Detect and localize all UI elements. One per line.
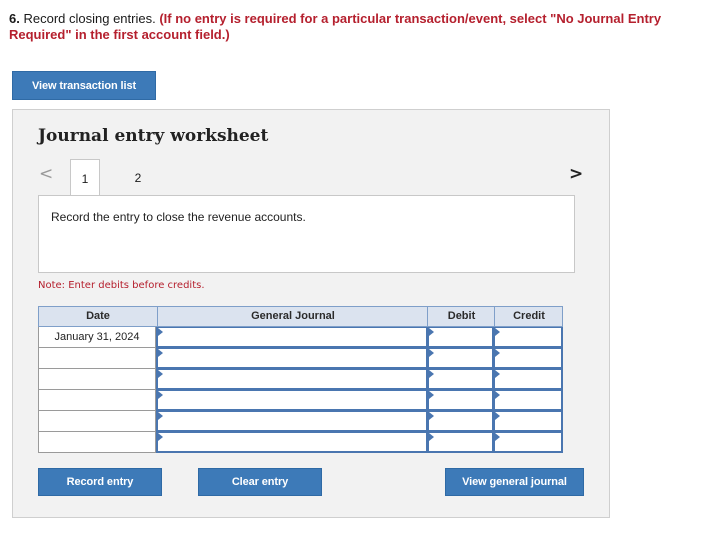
table-row — [38, 432, 563, 453]
journal-table: Date General Journal Debit Credit Januar… — [38, 306, 563, 453]
worksheet-title: Journal entry worksheet — [38, 126, 269, 146]
debit-credit-note: Note: Enter debits before credits. — [38, 280, 205, 291]
next-arrow-icon[interactable]: > — [569, 164, 583, 184]
debit-field[interactable] — [427, 348, 494, 369]
debit-field[interactable] — [427, 390, 494, 411]
date-cell[interactable] — [38, 348, 156, 369]
table-row — [38, 369, 563, 390]
date-cell[interactable] — [38, 411, 156, 432]
input-marker-icon — [429, 412, 434, 420]
entry-prompt-box: Record the entry to close the revenue ac… — [38, 195, 575, 273]
credit-field[interactable] — [493, 390, 563, 411]
view-general-journal-button[interactable]: View general journal — [445, 468, 584, 496]
question-number: 6. — [9, 11, 20, 26]
previous-arrow-icon[interactable]: < — [39, 164, 53, 184]
dropdown-arrow-icon — [158, 391, 163, 399]
account-field[interactable] — [156, 390, 428, 411]
tab-1[interactable]: 1 — [70, 159, 100, 197]
date-column-header: Date — [86, 310, 110, 322]
input-marker-icon — [495, 370, 500, 378]
date-cell[interactable] — [38, 390, 156, 411]
table-row: January 31, 2024 — [38, 327, 563, 348]
clear-entry-button[interactable]: Clear entry — [198, 468, 322, 496]
record-entry-button[interactable]: Record entry — [38, 468, 162, 496]
input-marker-icon — [429, 328, 434, 336]
debit-field[interactable] — [427, 411, 494, 432]
date-cell[interactable]: January 31, 2024 — [38, 327, 156, 348]
credit-field[interactable] — [493, 348, 563, 369]
credit-field[interactable] — [493, 411, 563, 432]
question-text: 6. Record closing entries. (If no entry … — [9, 11, 709, 43]
journal-header-row: Date General Journal Debit Credit — [38, 306, 563, 327]
input-marker-icon — [429, 433, 434, 441]
account-field[interactable] — [156, 369, 428, 390]
input-marker-icon — [495, 391, 500, 399]
credit-field[interactable] — [493, 327, 563, 348]
input-marker-icon — [429, 349, 434, 357]
entry-prompt: Record the entry to close the revenue ac… — [51, 210, 306, 224]
credit-column-header: Credit — [494, 307, 563, 326]
table-row — [38, 390, 563, 411]
table-row — [38, 348, 563, 369]
input-marker-icon — [495, 349, 500, 357]
view-transaction-list-button[interactable]: View transaction list — [12, 71, 156, 100]
debit-field[interactable] — [427, 327, 494, 348]
debit-column-header: Debit — [427, 307, 495, 326]
date-cell[interactable] — [38, 369, 156, 390]
input-marker-icon — [429, 391, 434, 399]
dropdown-arrow-icon — [158, 328, 163, 336]
input-marker-icon — [495, 328, 500, 336]
journal-entry-worksheet: Journal entry worksheet < 1 2 > Record t… — [12, 109, 610, 518]
input-marker-icon — [429, 370, 434, 378]
credit-field[interactable] — [493, 432, 563, 453]
question-body: Record closing entries. — [23, 11, 156, 26]
date-cell[interactable] — [38, 432, 156, 453]
account-field[interactable] — [156, 348, 428, 369]
credit-field[interactable] — [493, 369, 563, 390]
input-marker-icon — [495, 433, 500, 441]
dropdown-arrow-icon — [158, 433, 163, 441]
account-field[interactable] — [156, 432, 428, 453]
account-field[interactable] — [156, 411, 428, 432]
table-row — [38, 411, 563, 432]
input-marker-icon — [495, 412, 500, 420]
dropdown-arrow-icon — [158, 349, 163, 357]
dropdown-arrow-icon — [158, 412, 163, 420]
tab-2[interactable]: 2 — [123, 159, 153, 196]
account-field[interactable] — [156, 327, 428, 348]
debit-field[interactable] — [427, 369, 494, 390]
dropdown-arrow-icon — [158, 370, 163, 378]
general-journal-column-header: General Journal — [157, 307, 428, 326]
debit-field[interactable] — [427, 432, 494, 453]
